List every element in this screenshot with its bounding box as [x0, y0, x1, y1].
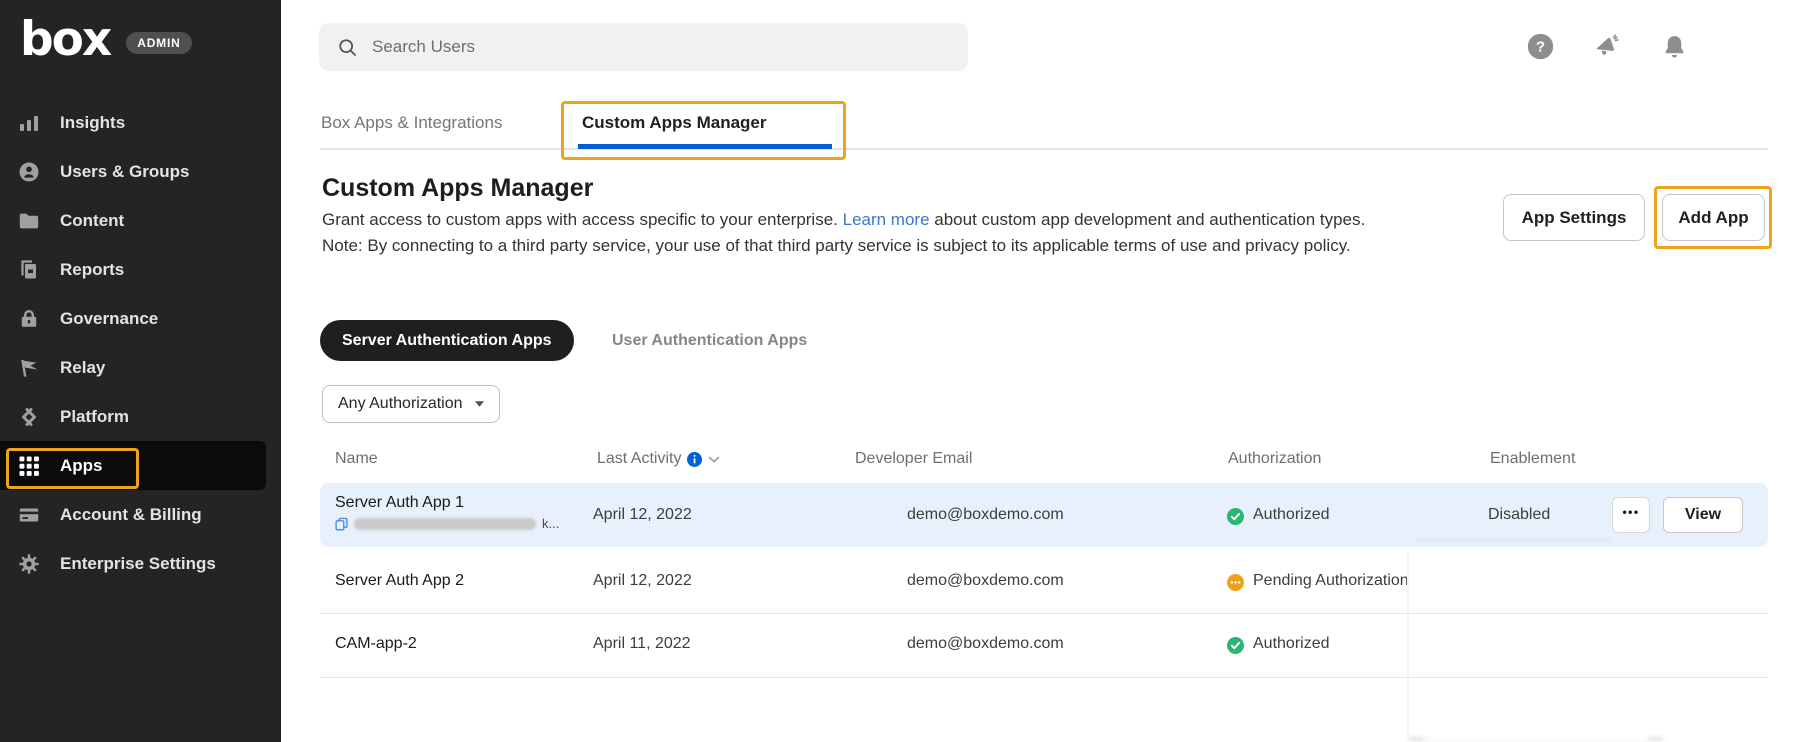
- sidebar-item-label: Enterprise Settings: [60, 554, 216, 574]
- overlay-shadow: [1416, 538, 1612, 541]
- sidebar-item-label: Account & Billing: [60, 505, 202, 525]
- gear-icon: [17, 552, 41, 576]
- sidebar-item-label: Insights: [60, 113, 125, 133]
- page-title: Custom Apps Manager: [322, 174, 593, 203]
- sidebar-item-account-billing[interactable]: Account & Billing: [0, 490, 281, 539]
- last-activity-cell: April 12, 2022: [593, 506, 692, 524]
- developer-email-cell: demo@boxdemo.com: [907, 506, 1064, 524]
- sidebar-item-platform[interactable]: Platform: [0, 392, 281, 441]
- authorization-cell: Authorized: [1253, 635, 1330, 653]
- sidebar-item-label: Reports: [60, 260, 124, 280]
- box-admin-console: box ADMIN Insights Users & Groups C: [0, 0, 1800, 742]
- svg-text:?: ?: [1536, 39, 1545, 56]
- row-divider: [320, 613, 1768, 614]
- app-name: Server Auth App 1: [335, 494, 464, 512]
- authorization-cell-clipped: Pending Authorization: [1253, 572, 1407, 594]
- sidebar-item-users-groups[interactable]: Users & Groups: [0, 147, 281, 196]
- admin-badge: ADMIN: [126, 32, 191, 54]
- sidebar-item-content[interactable]: Content: [0, 196, 281, 245]
- view-button[interactable]: View: [1663, 497, 1743, 533]
- description-text: Grant access to custom apps with access …: [322, 210, 843, 229]
- header-label: Authorization: [1228, 450, 1321, 468]
- column-header-authorization[interactable]: Authorization: [1228, 450, 1321, 468]
- header-label: Enablement: [1490, 450, 1575, 468]
- last-activity-cell: April 11, 2022: [593, 635, 691, 653]
- sidebar-item-governance[interactable]: Governance: [0, 294, 281, 343]
- pending-icon: [1227, 574, 1244, 591]
- platform-chevrons-icon: [17, 405, 41, 429]
- authorization-filter-dropdown[interactable]: Any Authorization: [322, 385, 500, 423]
- sidebar: box ADMIN Insights Users & Groups C: [0, 0, 281, 742]
- more-options-button[interactable]: •••: [1612, 497, 1650, 533]
- chevron-down-icon: [475, 401, 484, 407]
- page-description: Grant access to custom apps with access …: [322, 207, 1377, 258]
- sort-chevron-down-icon[interactable]: [708, 456, 720, 463]
- column-header-name[interactable]: Name: [335, 450, 378, 468]
- sidebar-item-apps[interactable]: Apps: [0, 441, 266, 490]
- sidebar-item-label: Platform: [60, 407, 129, 427]
- add-app-button[interactable]: Add App: [1662, 194, 1765, 241]
- column-header-developer-email[interactable]: Developer Email: [855, 450, 972, 468]
- bar-chart-icon: [17, 111, 41, 135]
- sidebar-item-insights[interactable]: Insights: [0, 98, 281, 147]
- dropdown-selected-value: Any Authorization: [338, 395, 463, 413]
- column-header-enablement[interactable]: Enablement: [1490, 450, 1575, 468]
- announcements-megaphone-icon[interactable]: [1593, 33, 1620, 60]
- sidebar-item-label: Relay: [60, 358, 105, 378]
- help-icon[interactable]: ?: [1527, 33, 1554, 60]
- last-activity-cell: April 12, 2022: [593, 572, 692, 590]
- app-grid-icon: [17, 454, 41, 478]
- folder-icon: [17, 209, 41, 233]
- tabs-divider: [320, 148, 1768, 150]
- client-id-row: k...: [335, 516, 559, 531]
- authorization-cell: Authorized: [1253, 506, 1330, 524]
- overlay-shadow: [1408, 737, 1424, 741]
- server-auth-apps-toggle[interactable]: Server Authentication Apps: [320, 320, 574, 361]
- authorized-check-icon: [1227, 637, 1244, 654]
- app-name[interactable]: Server Auth App 2: [335, 572, 464, 590]
- overlay-shadow: [1648, 737, 1664, 741]
- developer-email-cell: demo@boxdemo.com: [907, 635, 1064, 653]
- header-label: Name: [335, 450, 378, 468]
- notifications-bell-icon[interactable]: [1661, 33, 1688, 60]
- sidebar-item-label: Apps: [60, 456, 103, 476]
- learn-more-link[interactable]: Learn more: [843, 210, 930, 229]
- app-name[interactable]: CAM-app-2: [335, 635, 417, 653]
- credit-card-icon: [17, 503, 41, 527]
- overlay-edge: [1407, 552, 1409, 738]
- tab-custom-apps-manager[interactable]: Custom Apps Manager: [582, 113, 767, 133]
- active-tab-underline: [578, 144, 832, 149]
- sidebar-item-label: Content: [60, 211, 124, 231]
- sidebar-item-label: Users & Groups: [60, 162, 189, 182]
- header-label: Developer Email: [855, 450, 972, 468]
- header-label: Last Activity: [597, 450, 681, 468]
- overlay-shadow: [1420, 739, 1650, 741]
- flag-icon: [17, 356, 41, 380]
- info-icon[interactable]: [687, 452, 702, 467]
- user-circle-icon: [17, 160, 41, 184]
- search-bar[interactable]: [319, 23, 968, 71]
- enablement-cell: Disabled: [1488, 506, 1550, 524]
- sidebar-item-relay[interactable]: Relay: [0, 343, 281, 392]
- report-doc-icon: [17, 258, 41, 282]
- sidebar-item-label: Governance: [60, 309, 158, 329]
- row-divider: [320, 677, 1768, 678]
- search-input[interactable]: [372, 37, 892, 57]
- brand: box ADMIN: [20, 16, 192, 63]
- lock-icon: [17, 307, 41, 331]
- authorized-check-icon: [1227, 508, 1244, 525]
- tab-box-apps-integrations[interactable]: Box Apps & Integrations: [321, 113, 502, 133]
- developer-email-cell: demo@boxdemo.com: [907, 572, 1064, 590]
- sidebar-item-reports[interactable]: Reports: [0, 245, 281, 294]
- client-id-suffix: k...: [542, 516, 559, 531]
- user-auth-apps-toggle[interactable]: User Authentication Apps: [612, 320, 807, 361]
- redacted-client-id: [354, 518, 536, 530]
- sidebar-item-enterprise-settings[interactable]: Enterprise Settings: [0, 539, 281, 588]
- copy-icon[interactable]: [335, 517, 348, 531]
- column-header-last-activity[interactable]: Last Activity: [597, 450, 720, 468]
- search-icon: [337, 37, 358, 58]
- box-logo: box: [20, 16, 110, 63]
- app-settings-button[interactable]: App Settings: [1503, 194, 1645, 241]
- sidebar-nav: Insights Users & Groups Content Reports: [0, 98, 281, 588]
